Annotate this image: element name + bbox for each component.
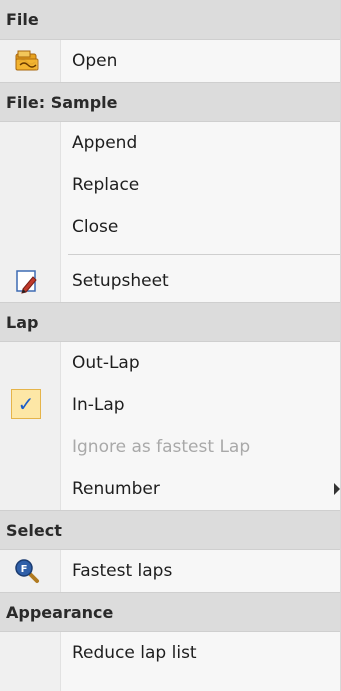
menu-item-fastest-laps[interactable]: F Fastest laps xyxy=(0,550,340,592)
section-header-file: File xyxy=(0,0,340,40)
menu-separator xyxy=(0,248,340,260)
section-header-select: Select xyxy=(0,510,340,550)
fastest-search-icon: F xyxy=(14,558,40,584)
menu-item-reduce-lap-list[interactable]: Reduce lap list xyxy=(0,632,340,674)
menu-item-label: Ignore as fastest Lap xyxy=(72,437,251,457)
section-header-lap: Lap xyxy=(0,302,340,342)
menu-item-label: Replace xyxy=(72,175,140,195)
menu-item-label: Append xyxy=(72,133,138,153)
menu-item-label: Out-Lap xyxy=(72,353,140,373)
section-header-file-sample: File: Sample xyxy=(0,82,340,122)
menu-item-label: Fastest laps xyxy=(72,561,173,581)
menu-item-in-lap[interactable]: ✓ In-Lap xyxy=(0,384,340,426)
menu-item-renumber[interactable]: Renumber xyxy=(0,468,340,510)
menu-item-out-lap[interactable]: Out-Lap xyxy=(0,342,340,384)
open-folder-icon xyxy=(14,48,40,74)
context-menu: File Open File: Sample Append Replace Cl… xyxy=(0,0,341,691)
section-header-appearance: Appearance xyxy=(0,592,340,632)
checkmark-icon: ✓ xyxy=(11,389,41,419)
menu-item-replace[interactable]: Replace xyxy=(0,164,340,206)
menu-item-label: Close xyxy=(72,217,119,237)
menu-item-close[interactable]: Close xyxy=(0,206,340,248)
submenu-arrow-icon xyxy=(334,483,340,495)
menu-item-append[interactable]: Append xyxy=(0,122,340,164)
setupsheet-icon xyxy=(14,268,40,294)
menu-item-label: Renumber xyxy=(72,479,160,499)
menu-item-open[interactable]: Open xyxy=(0,40,340,82)
menu-item-label: Open xyxy=(72,51,118,71)
svg-text:F: F xyxy=(21,564,28,575)
menu-item-ignore-fastest-lap: Ignore as fastest Lap xyxy=(0,426,340,468)
menu-item-label: In-Lap xyxy=(72,395,125,415)
menu-item-label: Reduce lap list xyxy=(72,643,197,663)
menu-item-label: Setupsheet xyxy=(72,271,169,291)
menu-item-setupsheet[interactable]: Setupsheet xyxy=(0,260,340,302)
